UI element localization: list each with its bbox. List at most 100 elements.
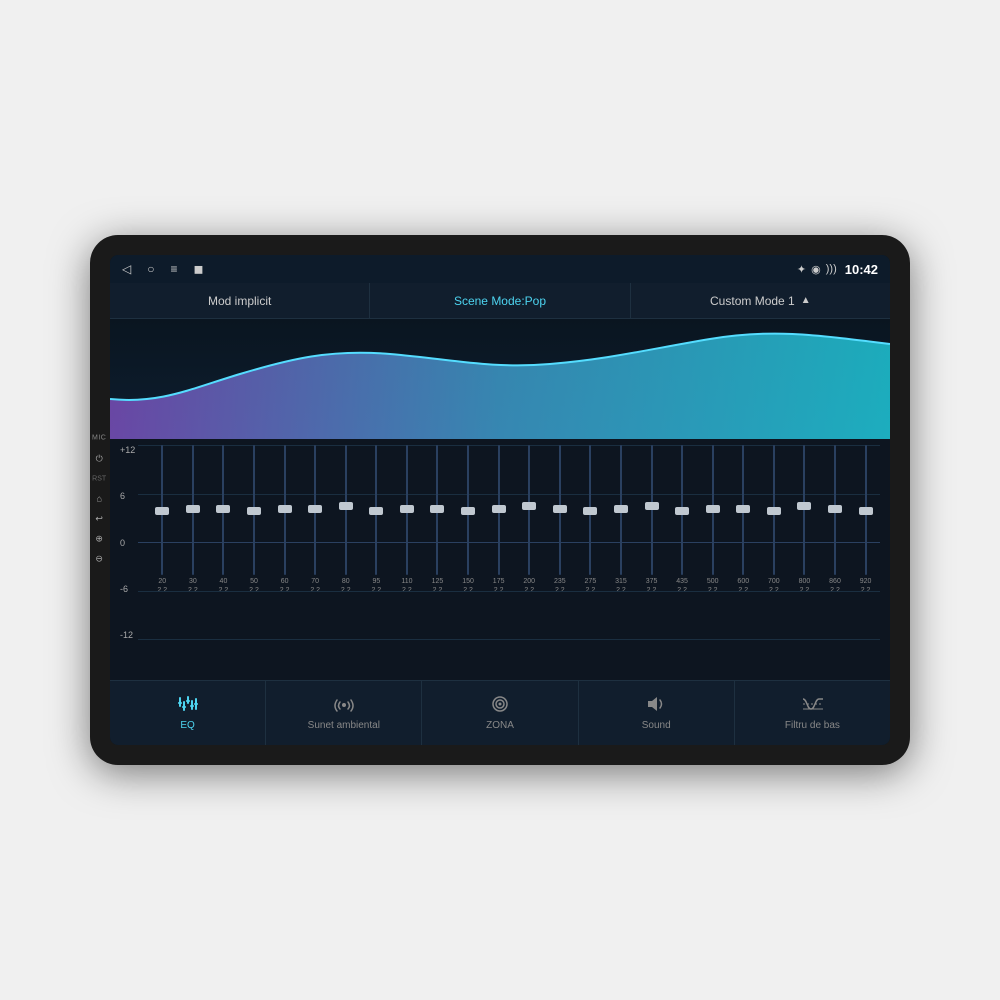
scale-minus6: -6	[120, 584, 135, 594]
slider-70hz[interactable]	[301, 445, 330, 575]
wifi-icon: )))	[826, 263, 837, 275]
slider-700hz[interactable]	[760, 445, 789, 575]
slider-235hz[interactable]	[546, 445, 575, 575]
slider-track-700hz	[773, 445, 775, 575]
slider-thumb-50hz[interactable]	[247, 507, 261, 515]
eq-scale: +12 6 0 -6 -12	[120, 445, 135, 640]
slider-375hz[interactable]	[637, 445, 666, 575]
home-side-icon[interactable]: ⌂	[92, 492, 106, 506]
back-icon[interactable]: ◁	[122, 262, 131, 276]
bluetooth-icon: ✦	[797, 263, 806, 276]
slider-920hz[interactable]	[851, 445, 880, 575]
slider-860hz[interactable]	[821, 445, 850, 575]
slider-thumb-860hz[interactable]	[828, 505, 842, 513]
freq-label-500: 5002.2	[698, 577, 727, 595]
slider-175hz[interactable]	[484, 445, 513, 575]
nav-icon-ambient	[333, 695, 355, 716]
slider-500hz[interactable]	[698, 445, 727, 575]
power-icon[interactable]: ⏻	[92, 452, 106, 466]
mic-label: MIC	[92, 435, 106, 442]
slider-thumb-95hz[interactable]	[369, 507, 383, 515]
slider-thumb-40hz[interactable]	[216, 505, 230, 513]
nav-item-ambient[interactable]: Sunet ambiental	[266, 681, 422, 745]
slider-thumb-125hz[interactable]	[430, 505, 444, 513]
slider-435hz[interactable]	[668, 445, 697, 575]
slider-thumb-315hz[interactable]	[614, 505, 628, 513]
status-nav-icons: ◁ ○ ≡ ◼	[122, 262, 203, 276]
back-side-icon[interactable]: ↩	[92, 512, 106, 526]
slider-thumb-600hz[interactable]	[736, 505, 750, 513]
status-right-area: ✦ ◉ ))) 10:42	[797, 262, 878, 277]
screen: ◁ ○ ≡ ◼ ✦ ◉ ))) 10:42 Mod implicit Scene…	[110, 255, 890, 745]
slider-thumb-800hz[interactable]	[797, 502, 811, 510]
slider-thumb-30hz[interactable]	[186, 505, 200, 513]
slider-125hz[interactable]	[423, 445, 452, 575]
freq-label-30: 302.2	[179, 577, 208, 595]
mode-custom[interactable]: Custom Mode 1 ▲	[631, 283, 890, 318]
slider-thumb-700hz[interactable]	[767, 507, 781, 515]
freq-label-800: 8002.2	[790, 577, 819, 595]
slider-80hz[interactable]	[331, 445, 360, 575]
slider-thumb-375hz[interactable]	[645, 502, 659, 510]
slider-track-60hz	[284, 445, 286, 575]
slider-track-110hz	[406, 445, 408, 575]
slider-thumb-60hz[interactable]	[278, 505, 292, 513]
slider-track-95hz	[375, 445, 377, 575]
slider-thumb-435hz[interactable]	[675, 507, 689, 515]
slider-thumb-275hz[interactable]	[583, 507, 597, 515]
slider-thumb-200hz[interactable]	[522, 502, 536, 510]
mode-implicit[interactable]: Mod implicit	[110, 283, 370, 318]
slider-30hz[interactable]	[179, 445, 208, 575]
slider-track-20hz	[161, 445, 163, 575]
slider-275hz[interactable]	[576, 445, 605, 575]
slider-thumb-110hz[interactable]	[400, 505, 414, 513]
nav-item-eq[interactable]: EQ	[110, 681, 266, 745]
freq-label-700: 7002.2	[760, 577, 789, 595]
nav-icon-eq	[177, 695, 199, 716]
slider-track-235hz	[559, 445, 561, 575]
slider-track-375hz	[651, 445, 653, 575]
slider-95hz[interactable]	[362, 445, 391, 575]
slider-60hz[interactable]	[270, 445, 299, 575]
slider-110hz[interactable]	[393, 445, 422, 575]
nav-item-zona[interactable]: ZONA	[422, 681, 578, 745]
scale-minus12: -12	[120, 630, 135, 640]
stop-icon[interactable]: ◼	[194, 262, 204, 276]
slider-thumb-80hz[interactable]	[339, 502, 353, 510]
slider-thumb-235hz[interactable]	[553, 505, 567, 513]
nav-label-sound: Sound	[642, 720, 671, 731]
slider-track-30hz	[192, 445, 194, 575]
freq-label-920: 9202.2	[851, 577, 880, 595]
slider-thumb-20hz[interactable]	[155, 507, 169, 515]
mode-scene[interactable]: Scene Mode:Pop	[370, 283, 630, 318]
slider-thumb-150hz[interactable]	[461, 507, 475, 515]
slider-150hz[interactable]	[454, 445, 483, 575]
home-icon[interactable]: ○	[147, 262, 154, 276]
slider-track-150hz	[467, 445, 469, 575]
slider-600hz[interactable]	[729, 445, 758, 575]
freq-label-20: 202.2	[148, 577, 177, 595]
slider-800hz[interactable]	[790, 445, 819, 575]
freq-label-315: 3152.2	[607, 577, 636, 595]
slider-track-920hz	[865, 445, 867, 575]
freq-label-600: 6002.2	[729, 577, 758, 595]
slider-40hz[interactable]	[209, 445, 238, 575]
nav-item-sound[interactable]: Sound	[579, 681, 735, 745]
slider-thumb-920hz[interactable]	[859, 507, 873, 515]
vol-down-icon[interactable]: ⊖	[92, 552, 106, 566]
grid-line-bottom	[138, 639, 880, 640]
slider-thumb-500hz[interactable]	[706, 505, 720, 513]
slider-315hz[interactable]	[607, 445, 636, 575]
slider-thumb-70hz[interactable]	[308, 505, 322, 513]
menu-icon[interactable]: ≡	[170, 262, 177, 276]
slider-20hz[interactable]	[148, 445, 177, 575]
slider-track-200hz	[528, 445, 530, 575]
slider-thumb-175hz[interactable]	[492, 505, 506, 513]
nav-item-bass[interactable]: Filtru de bas	[735, 681, 890, 745]
slider-200hz[interactable]	[515, 445, 544, 575]
slider-50hz[interactable]	[240, 445, 269, 575]
slider-track-175hz	[498, 445, 500, 575]
nav-icon-sound	[645, 695, 667, 716]
nav-label-bass: Filtru de bas	[785, 720, 840, 731]
vol-up-icon[interactable]: ⊕	[92, 532, 106, 546]
